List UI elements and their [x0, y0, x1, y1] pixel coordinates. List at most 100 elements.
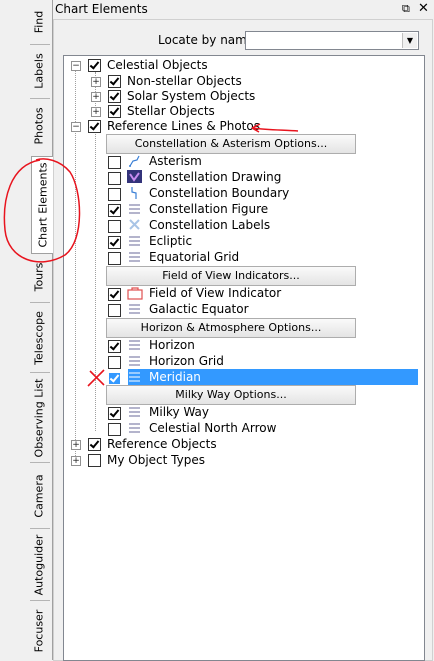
collapse-icon[interactable]: −: [71, 122, 81, 132]
constellation-figure-label: Constellation Figure: [149, 202, 269, 216]
tab-telescope[interactable]: Telescope: [28, 308, 50, 368]
lines-icon: [129, 423, 140, 433]
tab-telescope-label: Telescope: [32, 311, 46, 365]
constellation-boundary-icon: [131, 187, 137, 199]
meridian-checkbox[interactable]: [108, 372, 121, 385]
nonstellar-objects-label: Non-stellar Objects: [127, 74, 242, 88]
tab-divider: [30, 302, 50, 303]
expand-icon[interactable]: +: [91, 92, 101, 102]
my-object-types-label: My Object Types: [107, 453, 205, 467]
lines-icon: [129, 204, 140, 214]
reference-objects-label: Reference Objects: [107, 437, 217, 451]
tab-camera-label: Camera: [32, 474, 46, 518]
horizon-grid-checkbox[interactable]: [108, 356, 121, 369]
tab-divider: [30, 372, 50, 373]
constellation-options-button[interactable]: Constellation & Asterism Options...: [106, 134, 356, 154]
stellar-objects-checkbox[interactable]: [108, 105, 121, 118]
tab-focuser[interactable]: Focuser: [28, 606, 50, 656]
tab-chart-elements[interactable]: Chart Elements: [31, 156, 54, 254]
panel-title: Chart Elements: [55, 2, 148, 16]
tab-divider: [30, 98, 50, 99]
horizon-options-button[interactable]: Horizon & Atmosphere Options...: [106, 318, 356, 338]
lines-icon: [129, 356, 140, 366]
celestial-north-arrow-checkbox[interactable]: [108, 423, 121, 436]
tab-photos-label: Photos: [32, 107, 46, 145]
tab-divider: [30, 528, 50, 529]
ecliptic-label: Ecliptic: [149, 234, 193, 248]
constellation-drawing-icon: [127, 170, 142, 183]
galactic-equator-label: Galactic Equator: [149, 302, 249, 316]
expand-icon[interactable]: +: [71, 440, 81, 450]
ecliptic-checkbox[interactable]: [108, 236, 121, 249]
collapse-icon[interactable]: −: [71, 61, 81, 71]
close-icon[interactable]: ✕: [418, 1, 429, 16]
lines-icon: [129, 304, 140, 314]
constellation-boundary-label: Constellation Boundary: [149, 186, 290, 200]
horizon-checkbox[interactable]: [108, 340, 121, 353]
asterism-checkbox[interactable]: [108, 156, 121, 169]
celestial-north-arrow-label: Celestial North Arrow: [149, 421, 277, 435]
tab-tours-label: Tours: [32, 262, 46, 292]
lines-icon: [129, 236, 140, 246]
celestial-objects-label: Celestial Objects: [107, 58, 208, 72]
tab-observing-list[interactable]: Observing List: [28, 378, 50, 458]
tab-tours[interactable]: Tours: [28, 258, 50, 296]
equatorial-grid-checkbox[interactable]: [108, 252, 121, 265]
tab-chart-elements-label: Chart Elements: [36, 162, 50, 248]
reference-objects-checkbox[interactable]: [88, 438, 101, 451]
lines-icon: [129, 340, 140, 350]
tab-labels-label: Labels: [32, 53, 46, 89]
vertical-tab-strip: Find Labels Photos Chart Elements Tours …: [0, 0, 54, 660]
locate-by-name-combo[interactable]: ▼: [245, 31, 419, 50]
nonstellar-objects-checkbox[interactable]: [108, 75, 121, 88]
milky-way-options-button[interactable]: Milky Way Options...: [106, 385, 356, 405]
tab-observing-list-label: Observing List: [32, 378, 46, 458]
tab-focuser-label: Focuser: [32, 609, 46, 653]
asterism-icon: [129, 155, 140, 167]
milky-way-label: Milky Way: [149, 405, 210, 419]
my-object-types-checkbox[interactable]: [88, 454, 101, 467]
chevron-down-icon[interactable]: ▼: [402, 33, 417, 48]
tab-divider: [30, 600, 50, 601]
tab-autoguider[interactable]: Autoguider: [28, 534, 50, 596]
equatorial-grid-label: Equatorial Grid: [149, 250, 240, 264]
expand-icon[interactable]: +: [91, 77, 101, 87]
tab-camera[interactable]: Camera: [28, 468, 50, 524]
tree-connector: [95, 131, 96, 431]
stellar-objects-label: Stellar Objects: [127, 104, 215, 118]
cross-icon: [129, 219, 140, 230]
constellation-labels-checkbox[interactable]: [108, 220, 121, 233]
constellation-labels-label: Constellation Labels: [149, 218, 271, 232]
solar-system-objects-label: Solar System Objects: [127, 89, 256, 103]
fov-indicators-button[interactable]: Field of View Indicators...: [106, 266, 356, 286]
horizon-label: Horizon: [149, 338, 195, 352]
expand-icon[interactable]: +: [91, 107, 101, 117]
tab-find-label: Find: [32, 10, 46, 34]
constellation-drawing-checkbox[interactable]: [108, 172, 121, 185]
constellation-figure-checkbox[interactable]: [108, 204, 121, 217]
expand-icon[interactable]: +: [71, 456, 81, 466]
fov-indicator-label: Field of View Indicator: [149, 286, 282, 300]
constellation-boundary-checkbox[interactable]: [108, 188, 121, 201]
galactic-equator-checkbox[interactable]: [108, 304, 121, 317]
lines-icon: [129, 252, 140, 262]
asterism-label: Asterism: [149, 154, 202, 168]
lines-icon: [129, 372, 140, 382]
constellation-drawing-label: Constellation Drawing: [149, 170, 282, 184]
float-window-icon[interactable]: ⧉: [402, 2, 410, 16]
reference-lines-checkbox[interactable]: [88, 120, 101, 133]
tab-autoguider-label: Autoguider: [32, 534, 46, 596]
tab-labels[interactable]: Labels: [28, 50, 50, 92]
tab-photos[interactable]: Photos: [28, 104, 50, 148]
fov-indicator-checkbox[interactable]: [108, 288, 121, 301]
tab-divider: [30, 44, 50, 45]
reference-lines-label: Reference Lines & Photos: [107, 119, 260, 133]
locate-by-name-label: Locate by name:: [158, 33, 259, 47]
solar-system-objects-checkbox[interactable]: [108, 90, 121, 103]
lines-icon: [129, 407, 140, 417]
milky-way-checkbox[interactable]: [108, 407, 121, 420]
celestial-objects-checkbox[interactable]: [88, 59, 101, 72]
horizon-grid-label: Horizon Grid: [149, 354, 224, 368]
tab-find[interactable]: Find: [28, 4, 50, 40]
meridian-label: Meridian: [149, 370, 201, 384]
